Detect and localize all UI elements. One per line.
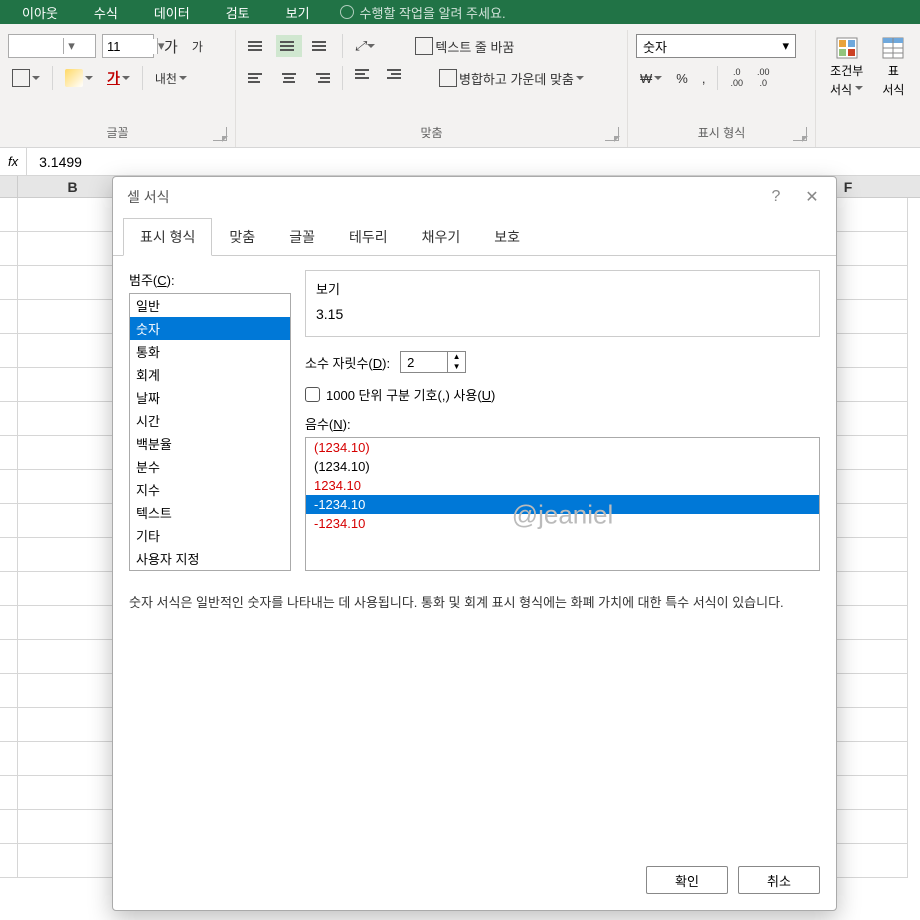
category-list[interactable]: 일반숫자통화회계날짜시간백분율분수지수텍스트기타사용자 지정 xyxy=(129,293,291,571)
category-item[interactable]: 숫자 xyxy=(130,317,290,340)
negative-numbers-label: 음수(N): xyxy=(305,414,820,433)
negative-format-item[interactable]: 1234.10 xyxy=(306,476,819,495)
tell-me[interactable]: 수행할 작업을 알려 주세요. xyxy=(340,3,506,22)
align-center-button[interactable] xyxy=(276,67,302,89)
dialog-tabs: 표시 형식 맞춤 글꼴 테두리 채우기 보호 xyxy=(113,217,836,256)
formula-value[interactable]: 3.1499 xyxy=(27,154,94,170)
category-item[interactable]: 기타 xyxy=(130,524,290,547)
checkbox-icon xyxy=(305,387,320,402)
increase-decimal-button[interactable]: .0.00 xyxy=(726,66,747,90)
tab-fill[interactable]: 채우기 xyxy=(405,218,478,256)
wrap-text-button[interactable]: 텍스트 줄 바꿈 xyxy=(411,35,518,58)
category-label: 범주(C): xyxy=(129,270,291,289)
shrink-font-button[interactable]: 가 xyxy=(188,36,207,57)
conditional-formatting-button[interactable]: 조건부 서식 xyxy=(824,36,869,98)
orientation-button[interactable]: ⤢ xyxy=(351,36,379,56)
dialog-launcher-icon[interactable] xyxy=(213,127,227,141)
group-title-font: 글꼴 xyxy=(8,120,227,147)
category-item[interactable]: 날짜 xyxy=(130,386,290,409)
category-item[interactable]: 일반 xyxy=(130,294,290,317)
comma-button[interactable]: , xyxy=(698,69,710,88)
decimal-places-label: 소수 자릿수(D): xyxy=(305,353,390,372)
menu-tab[interactable]: 이아웃 xyxy=(4,3,76,22)
menu-tab[interactable]: 보기 xyxy=(268,3,328,22)
conditional-format-icon xyxy=(835,36,859,60)
dialog-launcher-icon[interactable] xyxy=(793,127,807,141)
number-format-combo[interactable]: 숫자▾ xyxy=(636,34,796,58)
negative-numbers-list[interactable]: (1234.10)(1234.10)1234.10-1234.10-1234.1… xyxy=(305,437,820,571)
formula-bar: fx 3.1499 xyxy=(0,148,920,176)
negative-format-item[interactable]: -1234.10 xyxy=(306,495,819,514)
menu-bar: 이아웃 수식 데이터 검토 보기 수행할 작업을 알려 주세요. xyxy=(0,0,920,24)
group-title-align: 맞춤 xyxy=(244,120,619,147)
negative-format-item[interactable]: (1234.10) xyxy=(306,457,819,476)
align-left-button[interactable] xyxy=(244,67,270,89)
preview-label: 보기 xyxy=(312,279,344,298)
decimal-places-spinner[interactable]: ▲▼ xyxy=(400,351,466,373)
table-format-icon xyxy=(881,36,905,60)
description-text: 숫자 서식은 일반적인 숫자를 나타내는 데 사용됩니다. 통화 및 회계 표시… xyxy=(113,585,836,613)
close-icon[interactable]: ✕ xyxy=(802,187,822,207)
merge-center-button[interactable]: 병합하고 가운데 맞춤 xyxy=(435,67,588,90)
dialog-launcher-icon[interactable] xyxy=(605,127,619,141)
menu-tab[interactable]: 수식 xyxy=(76,3,136,22)
category-item[interactable]: 지수 xyxy=(130,478,290,501)
negative-format-item[interactable]: -1234.10 xyxy=(306,514,819,533)
borders-button[interactable] xyxy=(8,67,44,89)
spin-down-icon[interactable]: ▼ xyxy=(448,362,465,372)
font-name-combo[interactable]: ▾ xyxy=(8,34,96,58)
tab-alignment[interactable]: 맞춤 xyxy=(212,218,272,256)
preview-value: 3.15 xyxy=(316,304,809,324)
percent-button[interactable]: % xyxy=(672,69,692,88)
help-icon[interactable]: ? xyxy=(766,188,786,206)
ribbon: ▾ ▾ 가 가 가 내천 글꼴 ⤢ xyxy=(0,24,920,148)
font-color-button[interactable]: 가 xyxy=(103,66,134,90)
negative-format-item[interactable]: (1234.10) xyxy=(306,438,819,457)
decrease-decimal-button[interactable]: .00.0 xyxy=(753,66,774,90)
category-item[interactable]: 시간 xyxy=(130,409,290,432)
category-item[interactable]: 사용자 지정 xyxy=(130,547,290,570)
category-item[interactable]: 회계 xyxy=(130,363,290,386)
menu-tab[interactable]: 데이터 xyxy=(136,3,208,22)
align-middle-button[interactable] xyxy=(276,35,302,57)
ok-button[interactable]: 확인 xyxy=(646,866,728,894)
currency-button[interactable]: ₩ xyxy=(636,69,666,88)
tab-protection[interactable]: 보호 xyxy=(477,218,537,256)
align-top-button[interactable] xyxy=(244,35,270,57)
fill-color-button[interactable] xyxy=(61,67,97,89)
fx-icon[interactable]: fx xyxy=(0,148,27,175)
decrease-indent-button[interactable] xyxy=(351,67,377,89)
grow-font-button[interactable]: 가 xyxy=(160,34,182,59)
category-item[interactable]: 분수 xyxy=(130,455,290,478)
bulb-icon xyxy=(340,5,354,19)
menu-tab[interactable]: 검토 xyxy=(208,3,268,22)
category-item[interactable]: 백분율 xyxy=(130,432,290,455)
category-item[interactable]: 텍스트 xyxy=(130,501,290,524)
category-item[interactable]: 통화 xyxy=(130,340,290,363)
format-cells-dialog: 셀 서식 ? ✕ 표시 형식 맞춤 글꼴 테두리 채우기 보호 범주(C): 일… xyxy=(112,176,837,911)
thousands-separator-checkbox[interactable]: 1000 단위 구분 기호(,) 사용(U) xyxy=(305,385,820,404)
tab-font[interactable]: 글꼴 xyxy=(272,218,332,256)
tab-border[interactable]: 테두리 xyxy=(332,218,405,256)
phonetic-button[interactable]: 내천 xyxy=(151,68,191,89)
dialog-title: 셀 서식 xyxy=(127,187,170,207)
align-right-button[interactable] xyxy=(308,67,334,89)
spin-up-icon[interactable]: ▲ xyxy=(448,352,465,362)
cancel-button[interactable]: 취소 xyxy=(738,866,820,894)
align-bottom-button[interactable] xyxy=(308,35,334,57)
tab-number-format[interactable]: 표시 형식 xyxy=(123,218,212,256)
format-as-table-button[interactable]: 표 서식 xyxy=(875,36,911,98)
font-size-combo[interactable]: ▾ xyxy=(102,34,154,58)
group-title-number: 표시 형식 xyxy=(636,120,807,147)
increase-indent-button[interactable] xyxy=(383,67,409,89)
